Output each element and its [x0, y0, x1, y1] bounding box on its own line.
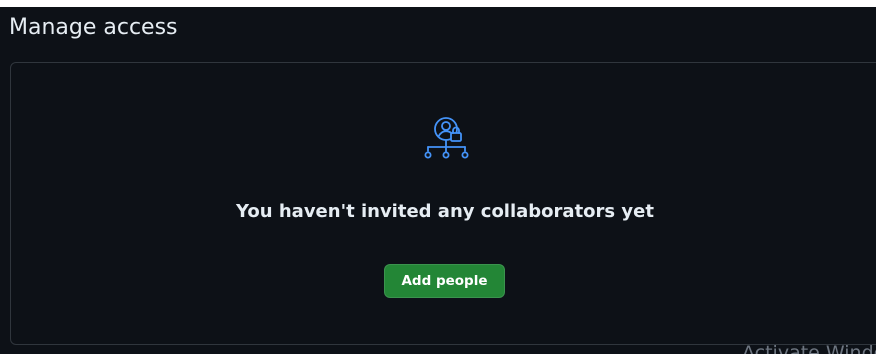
blankslate-heading: You haven't invited any collaborators ye… — [236, 201, 654, 222]
page-title: Manage access — [9, 15, 178, 40]
collaborators-blankslate: You haven't invited any collaborators ye… — [10, 62, 876, 345]
add-people-button[interactable]: Add people — [384, 264, 505, 298]
manage-access-page: Manage access You haven't invited any co… — [0, 7, 876, 354]
activate-windows-watermark: Activate Windows — [742, 342, 876, 354]
person-lock-hierarchy-icon — [424, 117, 469, 159]
